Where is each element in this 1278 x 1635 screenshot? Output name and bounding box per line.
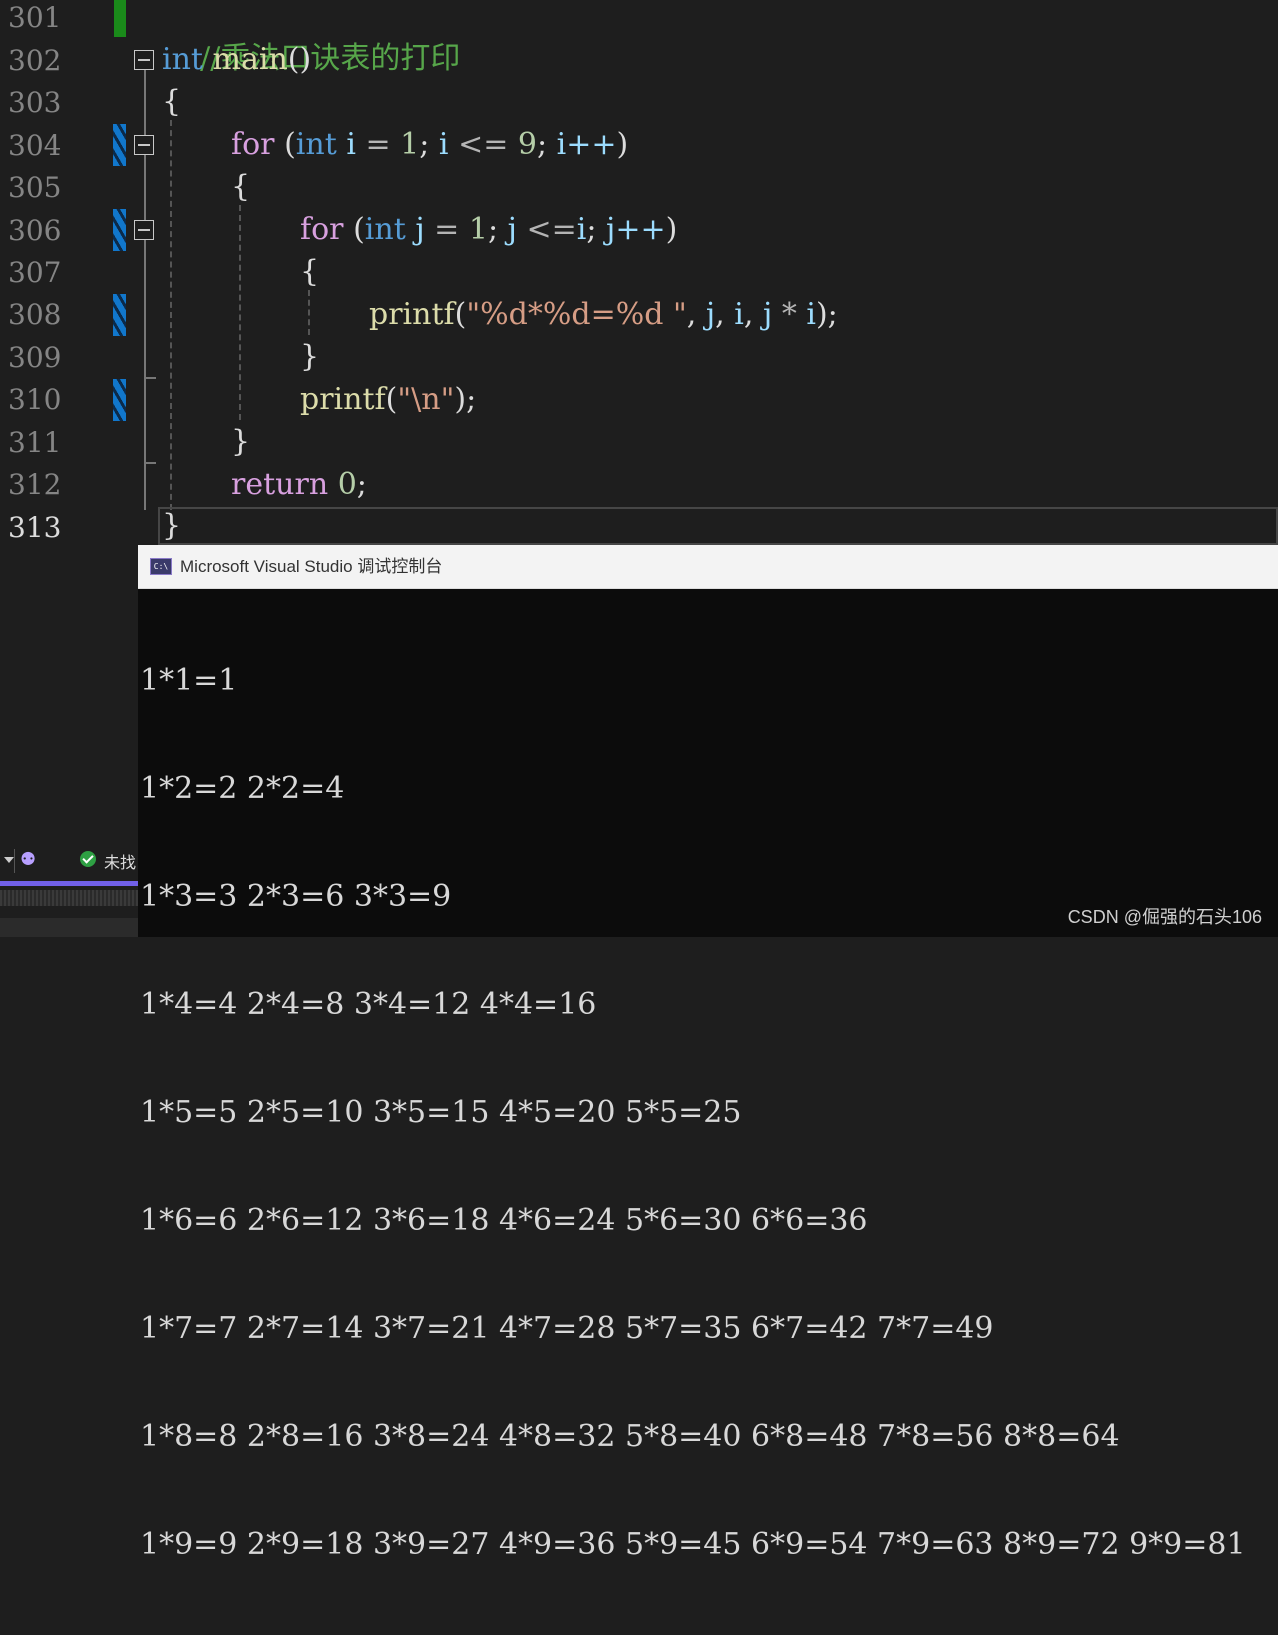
fold-end-tick [144, 377, 156, 379]
check-circle-icon [80, 851, 96, 867]
code-line-309: } [300, 339, 320, 374]
code-line-305: { [231, 169, 251, 204]
splitter-grip[interactable] [0, 890, 138, 906]
line-number: 303 [8, 86, 62, 119]
code-line-306: for (int j = 1; j <=i; j++) [300, 212, 678, 247]
panel-header [0, 918, 138, 937]
debug-console-window[interactable]: C:\ Microsoft Visual Studio 调试控制台 1*1=1 … [138, 545, 1278, 1562]
keyword-for: for [231, 127, 275, 162]
keyword-int: int [162, 42, 203, 77]
parens: () [287, 42, 312, 77]
accent-bar [0, 881, 138, 886]
dropdown-arrow-icon[interactable] [4, 857, 14, 863]
code-line-313: } [162, 508, 182, 543]
line-number: 310 [8, 383, 62, 416]
open-brace: { [162, 84, 182, 119]
line-number: 312 [8, 468, 62, 501]
code-line-312: return 0; [231, 467, 367, 502]
console-output: 1*1=1 1*2=2 2*2=4 1*3=3 2*3=6 3*3=9 1*4=… [140, 591, 1246, 1635]
line-number: 301 [8, 1, 62, 34]
line-number: 309 [8, 341, 62, 374]
console-line: 1*4=4 2*4=8 3*4=12 4*4=16 [140, 987, 597, 1022]
edit-change-marker [113, 124, 126, 166]
divider [14, 849, 15, 873]
console-title-bar[interactable]: C:\ Microsoft Visual Studio 调试控制台 [138, 545, 1278, 589]
console-line: 1*1=1 [140, 663, 238, 698]
console-line: 1*2=2 2*2=4 [140, 771, 345, 806]
function-main: main [212, 42, 288, 77]
code-line-303: { [162, 81, 181, 123]
console-line: 1*6=6 2*6=12 3*6=18 4*6=24 5*6=30 6*6=36 [140, 1203, 868, 1238]
ear-icon[interactable]: ⚉ [20, 849, 36, 870]
newline-string: "\n" [397, 382, 455, 417]
line-number: 307 [8, 256, 62, 289]
format-string: "%d*%d=%d " [466, 297, 687, 332]
edit-change-marker [113, 379, 126, 421]
function-printf: printf [369, 297, 455, 332]
code-line-308: printf("%d*%d=%d ", j, i, j * i); [369, 297, 838, 332]
console-line: 1*7=7 2*7=14 3*7=21 4*7=28 5*7=35 6*7=42… [140, 1311, 994, 1346]
indent-guide [239, 205, 241, 420]
status-text: 未找 [104, 853, 137, 872]
edit-change-marker [113, 294, 126, 336]
collapse-icon[interactable] [134, 135, 154, 155]
watermark: CSDN @倔强的石头106 [1067, 907, 1262, 927]
console-app-icon: C:\ [150, 558, 172, 575]
saved-change-marker [114, 0, 126, 37]
collapse-icon[interactable] [134, 50, 154, 70]
keyword-for: for [300, 212, 344, 247]
function-printf: printf [300, 382, 386, 417]
code-line-302: int main() [162, 39, 311, 81]
status-bar-fragment: ⚉ 未找 [0, 845, 138, 877]
indent-guide [308, 290, 310, 335]
line-number-current: 313 [8, 511, 62, 544]
line-number: 306 [8, 214, 62, 247]
console-title: Microsoft Visual Studio 调试控制台 [180, 557, 443, 576]
console-line: 1*5=5 2*5=10 3*5=15 4*5=20 5*5=25 [140, 1095, 742, 1130]
fold-end-tick [144, 462, 156, 464]
line-number: 311 [8, 426, 62, 459]
line-number: 308 [8, 298, 62, 331]
console-line: 1*8=8 2*8=16 3*8=24 4*8=32 5*8=40 6*8=48… [140, 1419, 1120, 1454]
indent-guide [170, 120, 172, 510]
code-line-310: printf("\n"); [300, 382, 477, 417]
line-number: 304 [8, 129, 62, 162]
edit-change-marker [113, 209, 126, 251]
collapse-icon[interactable] [134, 220, 154, 240]
code-line-304: for (int i = 1; i <= 9; i++) [231, 127, 629, 162]
console-line: 1*9=9 2*9=18 3*9=27 4*9=36 5*9=45 6*9=54… [140, 1527, 1246, 1562]
current-line-highlight [158, 507, 1278, 545]
line-number: 305 [8, 171, 62, 204]
line-number: 302 [8, 44, 62, 77]
code-line-311: } [231, 424, 251, 459]
code-line-301: //乘法口诀表的打印 [162, 0, 460, 76]
code-line-307: { [300, 254, 320, 289]
keyword-return: return [231, 467, 329, 502]
